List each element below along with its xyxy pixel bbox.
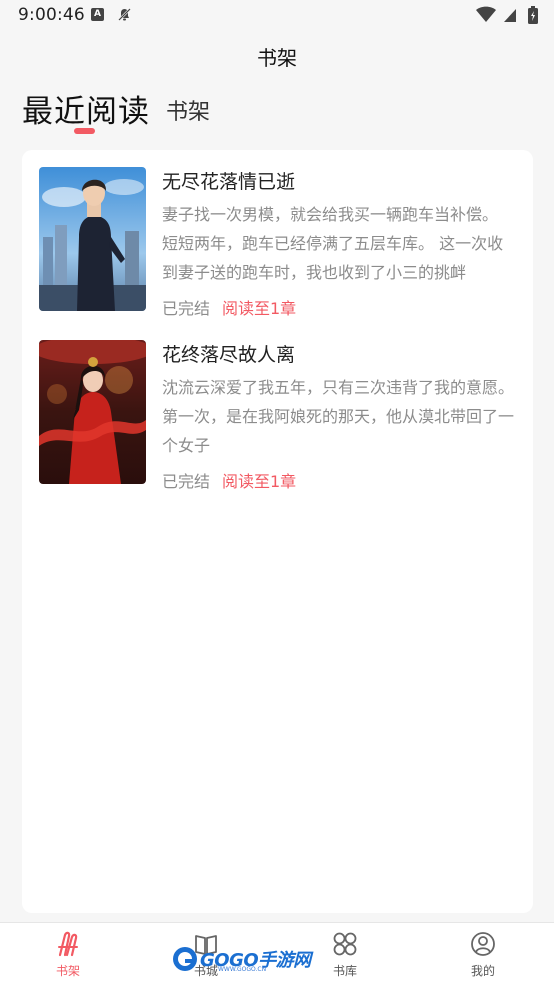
signal-icon	[503, 9, 516, 22]
book-title[interactable]: 无尽花落情已逝	[162, 167, 295, 194]
wifi-icon	[475, 6, 496, 22]
reading-progress: 阅读至1章	[222, 472, 297, 491]
nav-item-bookshelf[interactable]: 书架	[28, 931, 108, 979]
status-bar: 9:00:46 A	[0, 0, 554, 32]
nav-label: 我的	[470, 964, 495, 978]
book-cover[interactable]	[39, 340, 146, 484]
book-description: 妻子找一次男模，就会给我买一辆跑车当补偿。 短短两年，跑车已经停满了五层车库。 …	[162, 205, 504, 282]
grid-icon	[333, 932, 357, 956]
tab-bookshelf[interactable]: 书架	[166, 94, 210, 126]
reading-progress: 阅读至1章	[222, 299, 297, 318]
a-icon: A	[91, 8, 104, 21]
tab-recent-reading[interactable]: 最近阅读	[22, 86, 150, 131]
nav-label: 书库	[332, 964, 357, 978]
book-title[interactable]: 花终落尽故人离	[162, 340, 295, 367]
page-title: 书架	[257, 46, 297, 70]
nav-item-library[interactable]: 书库	[305, 931, 385, 979]
book-description: 沈流云深爱了我五年，只有三次违背了我的意愿。 第一次，是在我阿娘死的那天，他从漠…	[162, 378, 515, 455]
watermark-subtext: WWW.GOGO.CN	[218, 966, 267, 973]
nav-item-mine[interactable]: 我的	[443, 931, 523, 979]
recent-books-card: 无尽花落情已逝 妻子找一次男模，就会给我买一辆跑车当补偿。 短短两年，跑车已经停…	[22, 150, 533, 913]
notification-off-icon	[117, 7, 132, 26]
bookshelf-icon	[58, 931, 78, 957]
status-right-icons	[475, 6, 538, 25]
book-item[interactable]: 花终落尽故人离 沈流云深爱了我五年，只有三次违背了我的意愿。 第一次，是在我阿娘…	[39, 340, 519, 491]
user-icon	[471, 932, 495, 956]
book-item[interactable]: 无尽花落情已逝 妻子找一次男模，就会给我买一辆跑车当补偿。 短短两年，跑车已经停…	[39, 167, 519, 318]
book-status: 已完结	[162, 299, 211, 318]
active-tab-indicator	[74, 128, 95, 134]
nav-label: 书架	[55, 964, 80, 978]
book-status: 已完结	[162, 472, 211, 491]
book-cover[interactable]	[39, 167, 146, 311]
battery-icon	[528, 6, 538, 24]
status-time: 9:00:46	[18, 5, 85, 25]
